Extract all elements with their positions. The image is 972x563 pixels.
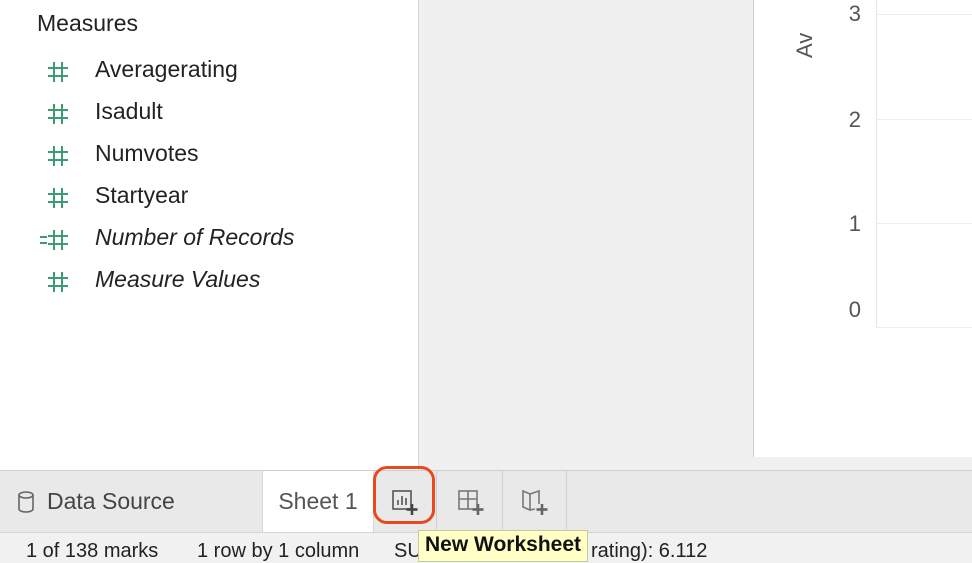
tab-sheet-1[interactable]: Sheet 1 [262,471,374,532]
status-marks: 1 of 138 marks [26,540,159,562]
y-tick-label: 3 [848,1,861,26]
new-dashboard-icon [458,489,484,515]
sheet-tab-bar: Data Source Sheet 1 [0,470,972,533]
measure-isadult[interactable]: Isadult [0,93,418,133]
new-story-icon [522,489,548,515]
data-pane: Measures Averagerating Isadult Numvotes [0,0,419,470]
highlight-annotation [373,466,435,524]
worksheet-canvas-background [419,0,753,470]
measure-numvotes[interactable]: Numvotes [0,135,418,175]
number-measure-icon [48,62,68,82]
measure-measure-values[interactable]: Measure Values [0,261,418,301]
tab-data-source[interactable]: Data Source [0,471,262,532]
y-axis-title-text: Av [792,32,817,58]
calculated-number-measure-icon [40,230,68,250]
gridline [876,119,972,120]
measure-averagerating[interactable]: Averagerating [0,51,418,91]
y-axis-line [876,0,877,327]
y-tick-label: 0 [848,297,861,322]
view-card-margin [753,457,972,470]
number-measure-icon [48,272,68,292]
new-story-button[interactable] [504,471,567,532]
measure-label: Measure Values [95,266,261,292]
measures-section-title: Measures [37,10,138,36]
measure-label: Averagerating [95,56,238,82]
status-rows-columns: 1 row by 1 column [197,540,360,562]
gridline [876,327,972,328]
tab-data-source-label: Data Source [47,488,175,514]
y-tick-label: 1 [848,211,861,236]
y-tick-label: 2 [848,107,861,132]
view-card[interactable] [753,0,972,458]
measure-label: Startyear [95,182,189,208]
tab-sheet-1-label: Sheet 1 [278,488,358,514]
measure-startyear[interactable]: Startyear [0,177,418,217]
number-measure-icon [48,104,68,124]
new-worksheet-tooltip: New Worksheet [418,530,588,562]
gridline [876,223,972,224]
number-measure-icon [48,188,68,208]
measure-number-of-records[interactable]: Number of Records [0,219,418,259]
measure-label: Numvotes [95,140,199,166]
measure-label: Number of Records [95,224,295,250]
gridline [876,14,972,15]
database-icon [18,490,34,513]
number-measure-icon [48,146,68,166]
status-sum-value: rating): 6.112 [591,540,708,562]
new-dashboard-button[interactable] [440,471,503,532]
y-axis-title[interactable]: Av [792,28,818,58]
measure-label: Isadult [95,98,163,124]
